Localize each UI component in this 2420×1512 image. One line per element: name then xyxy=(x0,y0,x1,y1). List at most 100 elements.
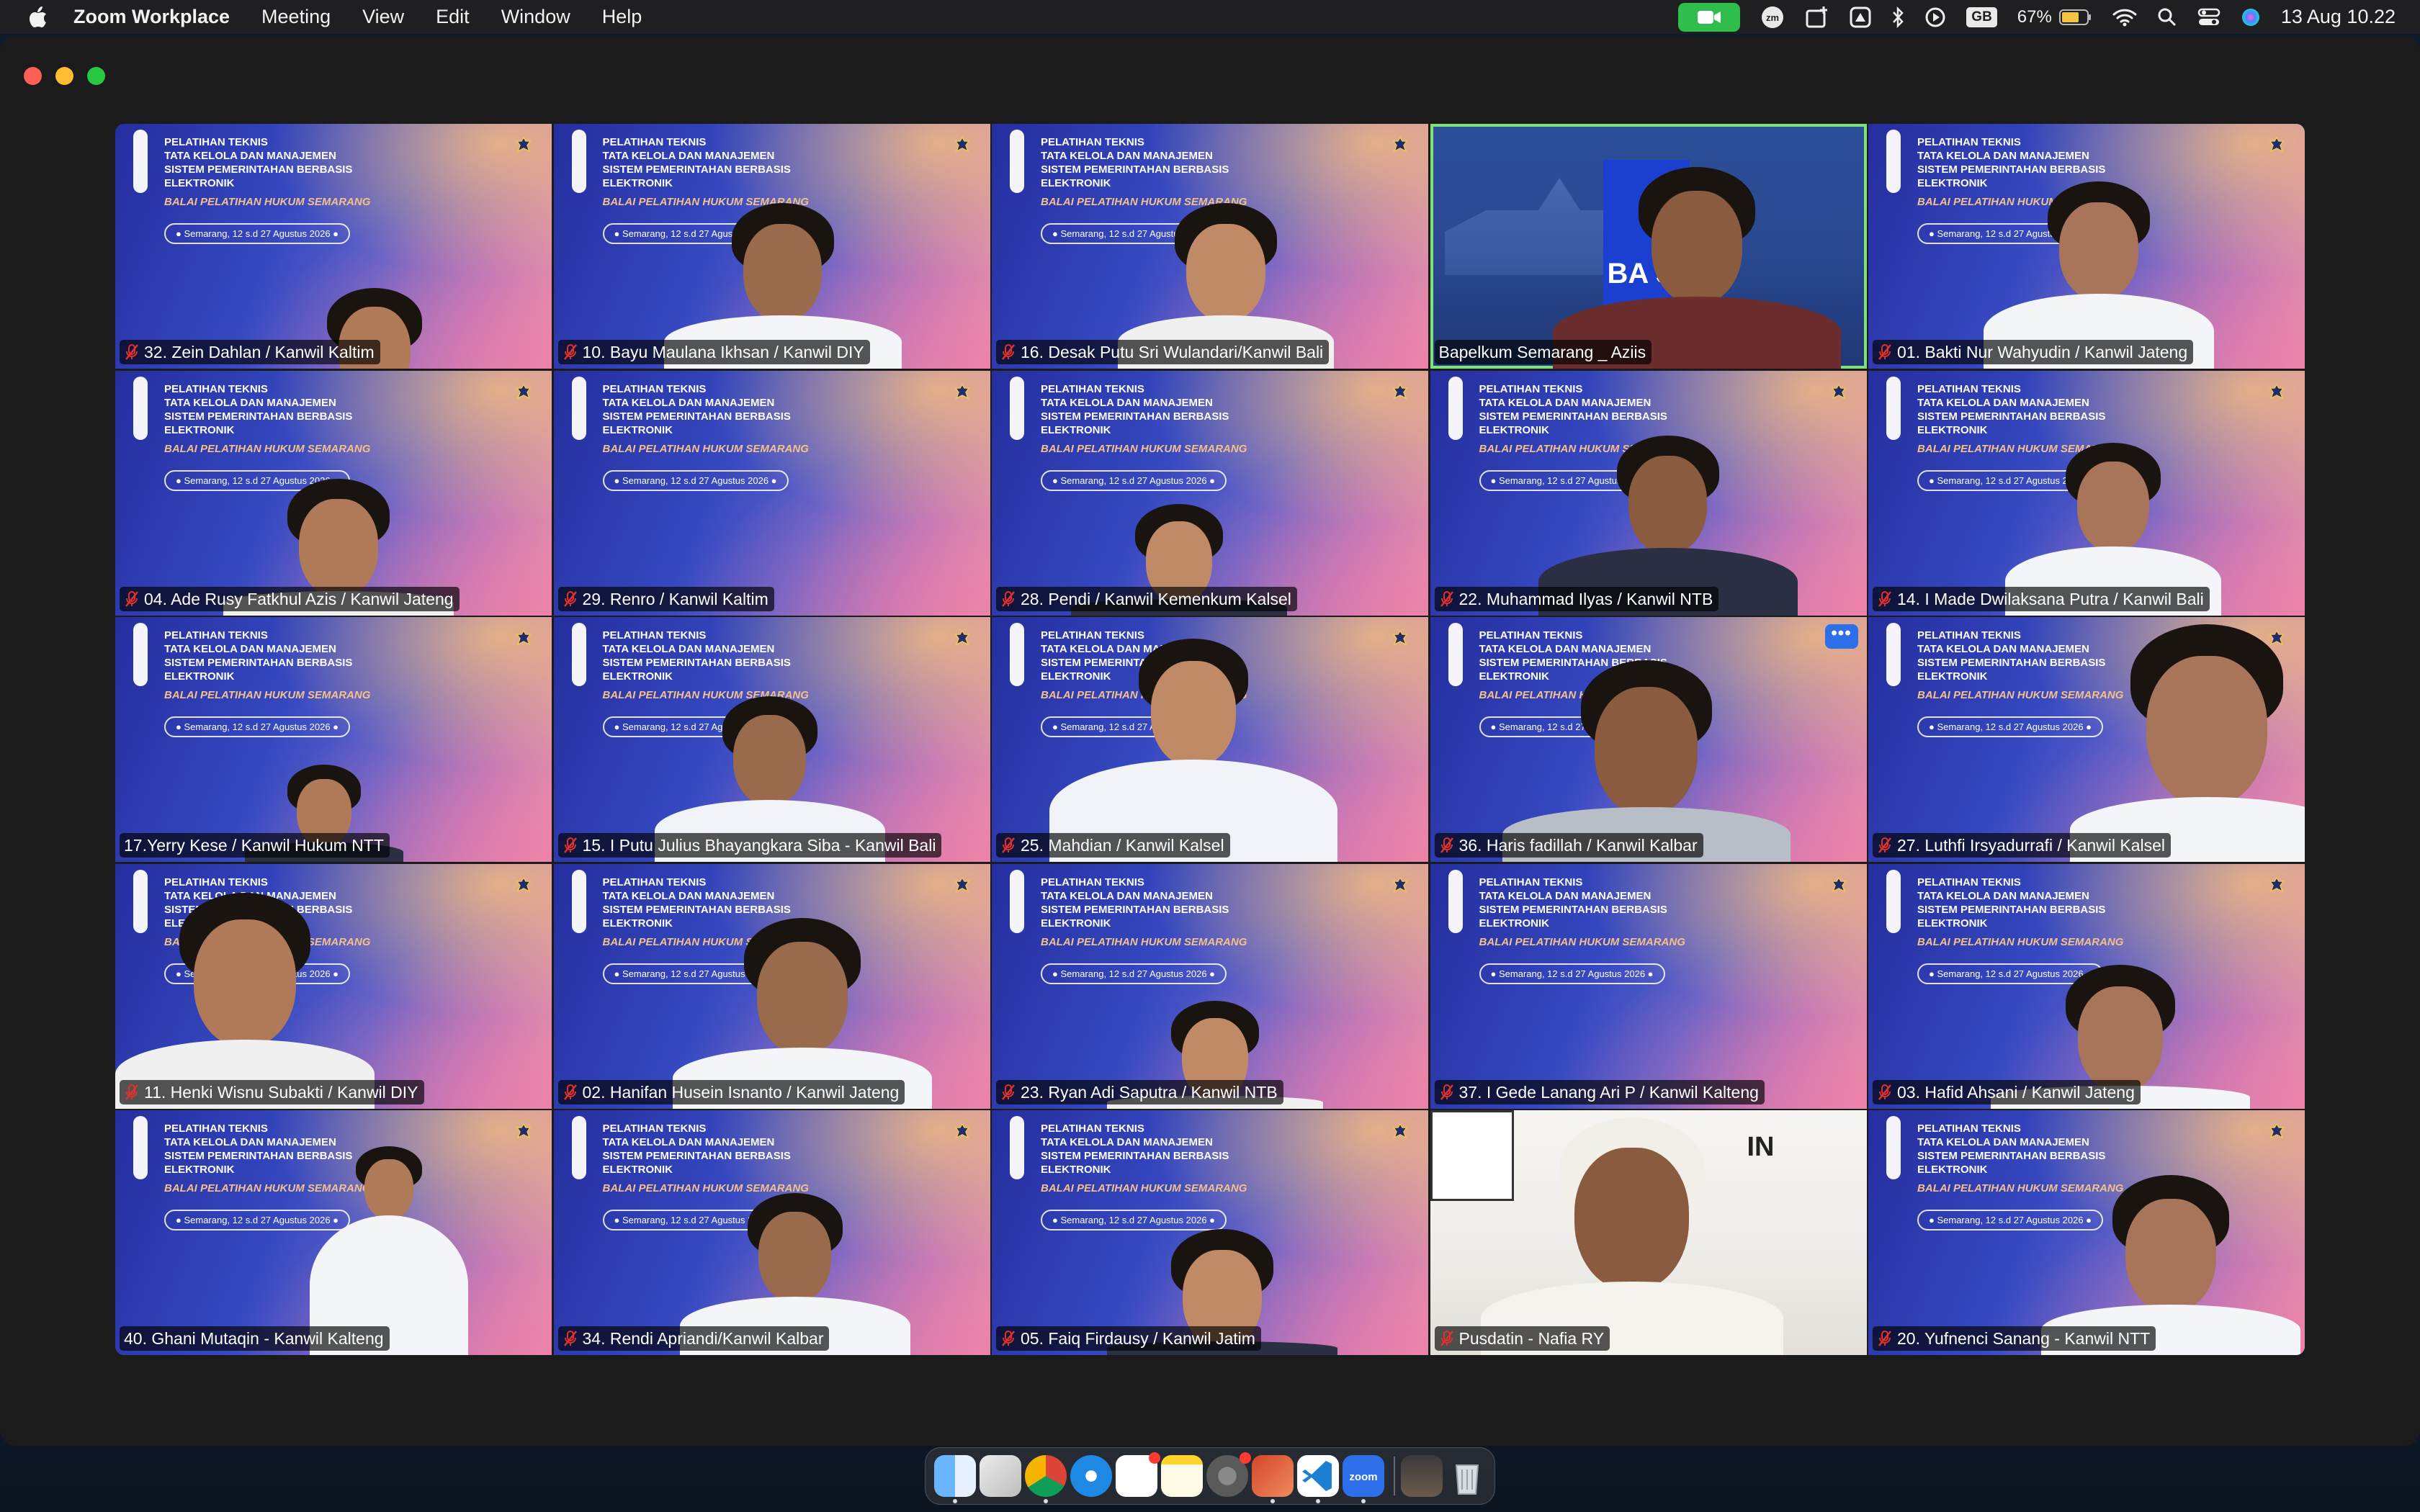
participant-tile[interactable]: PELATIHAN TEKNISTATA KELOLA DAN MANAJEME… xyxy=(553,370,990,616)
participant-tile[interactable]: PELATIHAN TEKNISTATA KELOLA DAN MANAJEME… xyxy=(553,863,990,1109)
zoom-status-icon[interactable]: zm xyxy=(1760,0,1785,34)
background-organizer: BALAI PELATIHAN HUKUM SEMARANG xyxy=(164,442,371,455)
participant-tile[interactable]: PELATIHAN TEKNISTATA KELOLA DAN MANAJEME… xyxy=(1430,617,1867,862)
participant-tile[interactable]: PELATIHAN TEKNISTATA KELOLA DAN MANAJEME… xyxy=(1868,863,2305,1109)
keyboard-layout[interactable]: GB xyxy=(1966,0,1997,34)
muted-microphone-icon xyxy=(1440,1084,1453,1100)
siri-icon[interactable] xyxy=(2241,0,2261,34)
participant-tile[interactable]: PELATIHAN TEKNISTATA KELOLA DAN MANAJEME… xyxy=(115,617,552,862)
window-close-button[interactable] xyxy=(24,67,42,85)
participant-name-label: 32. Zein Dahlan / Kanwil Kaltim xyxy=(120,340,380,364)
muted-microphone-icon xyxy=(1878,1331,1891,1346)
muted-microphone-icon xyxy=(1440,1331,1453,1346)
menu-help[interactable]: Help xyxy=(602,6,642,28)
muted-microphone-icon xyxy=(1878,344,1891,360)
muted-microphone-icon xyxy=(563,344,577,360)
participant-tile[interactable]: PELATIHAN TEKNISTATA KELOLA DAN MANAJEME… xyxy=(992,124,1428,369)
safari-icon[interactable] xyxy=(1070,1455,1112,1497)
participant-name-label: 22. Muhammad Ilyas / Kanwil NTB xyxy=(1434,586,1719,611)
menu-app-name[interactable]: Zoom Workplace xyxy=(73,6,230,28)
participant-tile[interactable]: PELATIHAN TEKNISTATA KELOLA DAN MANAJEME… xyxy=(992,1110,1428,1355)
participant-tile[interactable]: PELATIHAN TEKNISTATA KELOLA DAN MANAJEME… xyxy=(115,1110,552,1355)
participant-name-label: 16. Desak Putu Sri Wulandari/Kanwil Bali xyxy=(996,340,1330,364)
muted-microphone-icon xyxy=(1440,590,1453,607)
participant-tile[interactable]: PELATIHAN TEKNISTATA KELOLA DAN MANAJEME… xyxy=(1430,863,1867,1109)
participant-tile[interactable]: PELATIHAN TEKNISTATA KELOLA DAN MANAJEME… xyxy=(115,370,552,616)
menu-meeting[interactable]: Meeting xyxy=(261,6,331,28)
emblem-icon xyxy=(516,137,532,153)
more-options-button[interactable]: ••• xyxy=(1824,624,1858,649)
participant-tile[interactable]: PELATIHAN TEKNISTATA KELOLA DAN MANAJEME… xyxy=(1868,617,2305,862)
participant-name: 11. Henki Wisnu Subakti / Kanwil DIY xyxy=(144,1082,418,1102)
emblem-icon xyxy=(954,630,969,646)
downloads-stack-icon[interactable] xyxy=(1401,1455,1443,1497)
battery-status[interactable]: 67% xyxy=(2017,0,2092,34)
play-circle-icon[interactable] xyxy=(1924,0,1946,34)
muted-microphone-icon xyxy=(563,1084,577,1100)
window-minimize-button[interactable] xyxy=(55,67,73,85)
background-title: PELATIHAN TEKNISTATA KELOLA DAN MANAJEME… xyxy=(1041,382,1229,436)
participant-tile[interactable]: PELATIHAN TEKNISTATA KELOLA DAN MANAJEME… xyxy=(553,124,990,369)
dock-separator xyxy=(1394,1457,1395,1495)
participant-tile[interactable]: PELATIHAN TEKNISTATA KELOLA DAN MANAJEME… xyxy=(992,370,1428,616)
background-logo xyxy=(133,130,148,193)
menu-edit[interactable]: Edit xyxy=(436,6,470,28)
participant-name: 37. I Gede Lanang Ari P / Kanwil Kalteng xyxy=(1458,1082,1759,1102)
participant-name-label: 20. Yufnenci Sanang - Kanwil NTT xyxy=(1873,1326,2156,1351)
drive-icon[interactable] xyxy=(1850,0,1871,34)
menu-window[interactable]: Window xyxy=(501,6,570,28)
zoom-meeting-window: PELATIHAN TEKNIS TATA KELOLA DAN MANAJEME… xyxy=(0,36,2420,1446)
participant-tile[interactable]: PELATIHAN TEKNISTATA KELOLA DAN MANAJEME… xyxy=(1868,370,2305,616)
background-date: ● Semarang, 12 s.d 27 Agustus 2026 ● xyxy=(164,223,351,244)
gallery-view-grid: PELATIHAN TEKNIS TATA KELOLA DAN MANAJEME… xyxy=(115,124,2305,1355)
powerpoint-icon[interactable] xyxy=(1252,1455,1294,1503)
notes-icon[interactable] xyxy=(1161,1455,1203,1497)
participant-tile[interactable]: PELATIHAN TEKNISTATA KELOLA DAN MANAJEME… xyxy=(1868,1110,2305,1355)
participant-tile[interactable]: PELATIHAN TEKNISTATA KELOLA DAN MANAJEME… xyxy=(115,863,552,1109)
emblem-icon xyxy=(1831,876,1846,893)
trash-icon[interactable] xyxy=(1446,1455,1488,1497)
emblem-icon xyxy=(954,1123,969,1139)
system-settings-icon[interactable] xyxy=(1206,1452,1251,1497)
chrome-icon[interactable] xyxy=(1025,1455,1067,1503)
zoom-icon[interactable]: zoom xyxy=(1343,1455,1384,1503)
participant-video xyxy=(1552,167,1841,369)
emblem-icon xyxy=(1831,383,1846,400)
launchpad-icon[interactable] xyxy=(980,1455,1021,1497)
background-logo xyxy=(133,1116,148,1179)
reminders-icon[interactable] xyxy=(1116,1452,1160,1497)
emblem-icon xyxy=(1392,1123,1408,1139)
participant-tile[interactable]: PELATIHAN TEKNISTATA KELOLA DAN MANAJEME… xyxy=(992,617,1428,862)
participant-tile[interactable]: PELATIHAN TEKNISTATA KELOLA DAN MANAJEME… xyxy=(553,617,990,862)
background-logo xyxy=(1886,1116,1901,1179)
participant-name: 15. I Putu Julius Bhayangkara Siba - Kan… xyxy=(582,836,936,855)
wifi-icon[interactable] xyxy=(2112,0,2137,34)
menubar-clock[interactable]: 13 Aug 10.22 xyxy=(2281,6,2396,28)
participant-name-label: 28. Pendi / Kanwil Kemenkum Kalsel xyxy=(996,586,1297,611)
participant-tile[interactable]: IN Pusdatin - Nafia RY xyxy=(1430,1110,1867,1355)
spotlight-search-icon[interactable] xyxy=(2157,0,2177,34)
participant-tile[interactable]: PELATIHAN TEKNISTATA KELOLA DAN MANAJEME… xyxy=(1868,124,2305,369)
menu-view[interactable]: View xyxy=(362,6,404,28)
participant-name: 28. Pendi / Kanwil Kemenkum Kalsel xyxy=(1021,589,1291,608)
participant-tile[interactable]: PELATIHAN TEKNISTATA KELOLA DAN MANAJEME… xyxy=(1430,370,1867,616)
apple-menu-icon[interactable] xyxy=(29,6,48,28)
finder-icon[interactable] xyxy=(934,1455,976,1503)
screen-add-icon[interactable] xyxy=(1805,0,1829,34)
window-fullscreen-button[interactable] xyxy=(87,67,105,85)
participant-name-label: 17.Yerry Kese / Kanwil Hukum NTT xyxy=(120,833,390,858)
vscode-icon[interactable] xyxy=(1297,1455,1339,1503)
bluetooth-icon[interactable] xyxy=(1891,0,1904,34)
participant-tile[interactable]: BA SEMBapelkum Semarang _ Aziis xyxy=(1430,124,1867,369)
participant-tile[interactable]: PELATIHAN TEKNISTATA KELOLA DAN MANAJEME… xyxy=(115,124,552,369)
background-date: ● Semarang, 12 s.d 27 Agustus 2026 ● xyxy=(1041,469,1227,491)
control-center-icon[interactable] xyxy=(2197,0,2220,34)
camera-in-use-indicator[interactable] xyxy=(1678,0,1741,34)
background-title: PELATIHAN TEKNISTATA KELOLA DAN MANAJEME… xyxy=(1479,876,1667,930)
participant-tile[interactable]: PELATIHAN TEKNISTATA KELOLA DAN MANAJEME… xyxy=(553,1110,990,1355)
participant-tile[interactable]: PELATIHAN TEKNISTATA KELOLA DAN MANAJEME… xyxy=(992,863,1428,1109)
background-date: ● Semarang, 12 s.d 27 Agustus 2026 ● xyxy=(164,716,351,737)
participant-name-label: 27. Luthfi Irsyadurrafi / Kanwil Kalsel xyxy=(1873,833,2172,858)
participant-name-label: 34. Rendi Apriandi/Kanwil Kalbar xyxy=(557,1326,830,1351)
dock: zoom xyxy=(925,1447,1495,1505)
